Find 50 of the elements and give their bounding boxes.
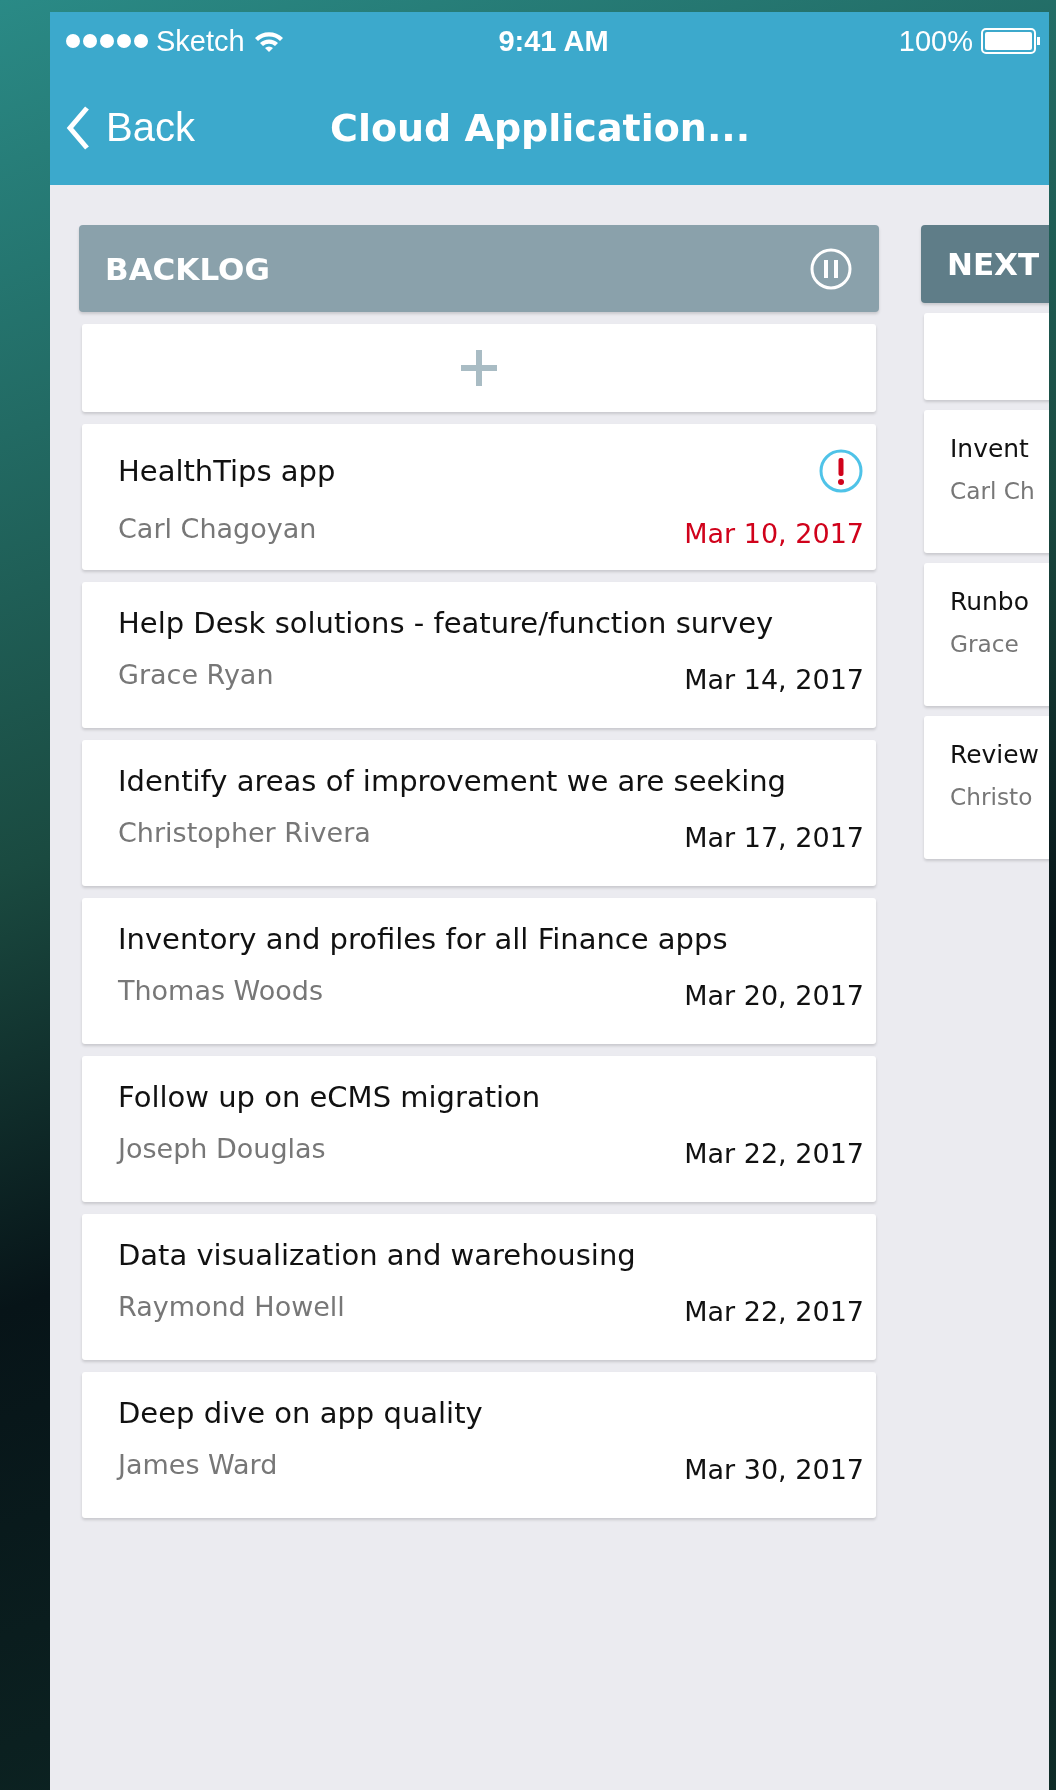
task-title: Identify areas of improvement we are seeking (118, 764, 786, 798)
task-title: Deep dive on app quality (118, 1396, 483, 1430)
battery-percent: 100% (898, 24, 973, 58)
task-card[interactable]: Identify areas of improvement we are seeking Christopher Rivera Mar 17, 2017 (82, 740, 876, 886)
task-card[interactable]: Help Desk solutions - feature/function survey Grace Ryan Mar 14, 2017 (82, 582, 876, 728)
carrier-name: Sketch (156, 24, 245, 58)
task-title: Help Desk solutions - feature/function survey (118, 606, 774, 640)
chevron-left-icon (66, 104, 90, 151)
task-card[interactable]: Data visualization and warehousing Raymond Howell Mar 22, 2017 (82, 1214, 876, 1360)
due-date: Mar 20, 2017 (684, 980, 864, 1011)
task-owner: Joseph Douglas (118, 1133, 326, 1164)
task-owner: Christopher Rivera (118, 817, 371, 848)
task-title: HealthTips app (118, 454, 336, 488)
due-date: Mar 14, 2017 (684, 664, 864, 695)
due-date: Mar 17, 2017 (684, 822, 864, 853)
task-card[interactable]: HealthTips app Carl Chagoyan Mar 10, 2017 (82, 424, 876, 570)
task-owner: Raymond Howell (118, 1291, 345, 1322)
task-card[interactable]: Review Christo (924, 716, 1049, 859)
task-card[interactable]: Follow up on eCMS migration Joseph Douglas Mar 22, 2017 (82, 1056, 876, 1202)
task-owner: James Ward (118, 1449, 278, 1480)
due-date: Mar 22, 2017 (684, 1296, 864, 1327)
task-owner: Thomas Woods (118, 975, 323, 1006)
add-card-button[interactable] (82, 324, 876, 412)
plus-icon (459, 348, 499, 388)
add-card-button[interactable] (924, 313, 1049, 400)
pause-icon[interactable] (809, 246, 853, 291)
task-card[interactable]: Invent Carl Ch (924, 410, 1049, 553)
task-title: Follow up on eCMS migration (118, 1080, 541, 1114)
task-owner: Grace Ryan (118, 659, 274, 690)
due-date: Mar 10, 2017 (684, 518, 864, 549)
task-title: Data visualization and warehousing (118, 1238, 636, 1272)
task-owner: Carl Ch (950, 477, 1035, 504)
column-title: NEXT (947, 246, 1040, 282)
status-time: 9:41 AM (498, 24, 609, 58)
signal-icon (66, 34, 148, 48)
page-title: Cloud Application... (330, 105, 751, 150)
task-owner: Christo (950, 783, 1033, 810)
task-owner: Carl Chagoyan (118, 513, 317, 544)
task-card[interactable]: Inventory and profiles for all Finance apps Thomas Woods Mar 20, 2017 (82, 898, 876, 1044)
task-owner: Grace (950, 630, 1019, 657)
task-title: Review (950, 740, 1039, 769)
task-title: Invent (950, 434, 1029, 463)
task-title: Inventory and profiles for all Finance apps (118, 922, 728, 956)
task-card[interactable]: Runbo Grace (924, 563, 1049, 706)
column-title: BACKLOG (105, 250, 270, 287)
task-title: Runbo (950, 587, 1029, 616)
task-card[interactable]: Deep dive on app quality James Ward Mar 30, 2017 (82, 1372, 876, 1518)
due-date: Mar 30, 2017 (684, 1454, 864, 1485)
battery-icon (981, 28, 1041, 54)
due-date: Mar 22, 2017 (684, 1138, 864, 1169)
